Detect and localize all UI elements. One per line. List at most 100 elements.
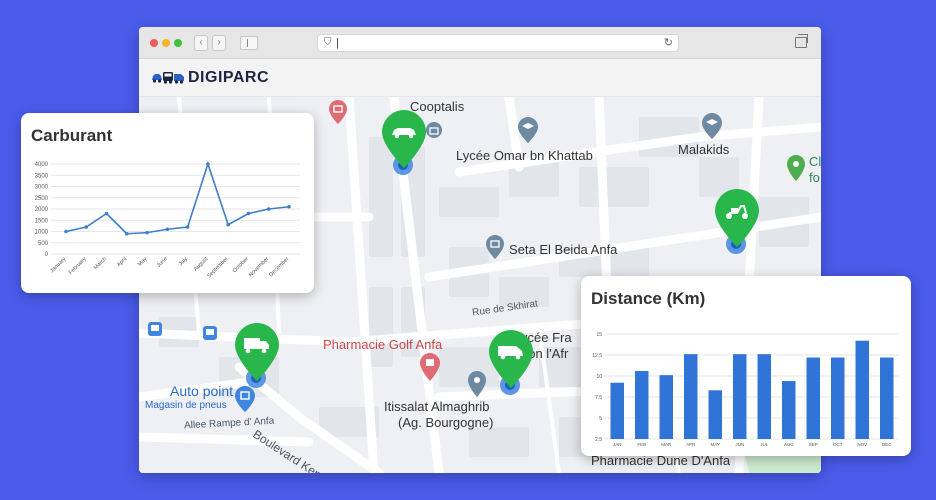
x-tick-label: October bbox=[232, 256, 250, 274]
data-point bbox=[246, 211, 251, 216]
x-tick-label: April bbox=[116, 256, 128, 268]
y-tick-label: 1500 bbox=[35, 218, 49, 224]
y-tick-label: 12.5 bbox=[592, 353, 602, 359]
x-tick-label: December bbox=[268, 256, 290, 278]
map-label-seta: Seta El Beida Anfa bbox=[509, 242, 618, 257]
y-tick-label: 15 bbox=[596, 332, 602, 338]
y-tick-label: 0 bbox=[45, 252, 49, 258]
y-tick-label: 7.5 bbox=[595, 395, 602, 401]
vehicles-logo-icon bbox=[152, 72, 184, 84]
museum-poi-icon[interactable] bbox=[329, 100, 347, 124]
data-point bbox=[185, 225, 190, 229]
bus-stop-icon[interactable] bbox=[148, 322, 162, 336]
x-tick-label: DEC bbox=[882, 442, 892, 447]
x-tick-label: FEB bbox=[637, 442, 646, 447]
shop-poi-icon[interactable] bbox=[235, 386, 255, 412]
y-tick-label: 2000 bbox=[35, 207, 49, 213]
app-header: DIGIPARC bbox=[139, 59, 821, 97]
bar bbox=[708, 390, 722, 439]
series-line bbox=[65, 161, 290, 235]
x-tick-label: June bbox=[156, 256, 169, 269]
carburant-card: Carburant 0 500 1000 1500 2000 2500 3000 3500 40… bbox=[21, 113, 314, 293]
y-tick-label: 4000 bbox=[35, 162, 49, 168]
scooter-marker[interactable] bbox=[715, 189, 759, 255]
data-point bbox=[206, 162, 210, 166]
data-point bbox=[104, 211, 109, 216]
map-label-itissalat-1: Itissalat Almaghrib bbox=[384, 399, 490, 414]
data-point bbox=[165, 227, 170, 232]
x-tick-label: August bbox=[193, 256, 210, 273]
x-tick-label: March bbox=[93, 256, 108, 271]
minimize-window-button[interactable] bbox=[162, 39, 170, 47]
y-tick-label: 5 bbox=[599, 416, 602, 422]
data-point bbox=[84, 225, 89, 229]
distance-bar-chart: 2.5 5 7.5 10 12.5 15 JAN FEB MAR APR MAY JUN JUL AUG S… bbox=[592, 332, 899, 447]
bar bbox=[855, 340, 869, 439]
map-label-cl: Cl bbox=[809, 154, 821, 169]
reload-icon[interactable]: ↻ bbox=[664, 36, 673, 49]
bar bbox=[757, 354, 771, 439]
y-tick-label: 2500 bbox=[35, 196, 49, 202]
x-tick-label: JUL bbox=[760, 442, 768, 447]
location-poi-icon[interactable] bbox=[468, 371, 486, 397]
bank-poi-icon[interactable] bbox=[486, 235, 504, 259]
browser-titlebar: ‹ › ⛉ | ↻ bbox=[139, 27, 821, 59]
bus-stop-icon[interactable] bbox=[203, 326, 217, 340]
van-marker[interactable] bbox=[489, 330, 533, 396]
bar bbox=[684, 354, 698, 439]
x-tick-label: November bbox=[248, 256, 270, 278]
bar bbox=[659, 375, 673, 439]
map-label-fo: fo bbox=[809, 170, 820, 185]
x-tick-label: SEP bbox=[809, 442, 818, 447]
map-label-itissalat-2: (Ag. Bourgogne) bbox=[398, 415, 494, 430]
truck-marker[interactable] bbox=[235, 323, 279, 389]
bar bbox=[635, 370, 649, 439]
map-label-magasin: Magasin de pneus bbox=[145, 400, 227, 411]
data-point bbox=[125, 231, 129, 236]
school-poi-icon[interactable] bbox=[702, 113, 722, 139]
park-poi-icon[interactable] bbox=[787, 155, 805, 181]
bar bbox=[733, 354, 747, 439]
bank-poi-icon[interactable] bbox=[425, 121, 443, 139]
bar bbox=[880, 357, 894, 439]
map-label-malakids: Malakids bbox=[678, 142, 730, 157]
x-tick-label: OCT bbox=[833, 442, 843, 447]
y-tick-label: 2.5 bbox=[595, 437, 602, 443]
x-tick-label: February bbox=[68, 256, 88, 276]
data-point bbox=[287, 204, 291, 209]
bar bbox=[610, 382, 624, 439]
x-tick-label: AUG bbox=[784, 442, 794, 447]
map-label-auto-point: Auto point bbox=[170, 383, 234, 399]
y-tick-label: 3000 bbox=[35, 185, 49, 191]
tabs-overview-icon[interactable] bbox=[795, 34, 808, 48]
address-bar[interactable]: ⛉ | ↻ bbox=[317, 34, 679, 52]
x-tick-label: September bbox=[206, 256, 229, 279]
back-button[interactable]: ‹ bbox=[194, 35, 208, 51]
close-window-button[interactable] bbox=[150, 39, 158, 47]
x-tick-label: MAR bbox=[661, 442, 672, 447]
bar bbox=[782, 381, 796, 439]
y-tick-label: 1000 bbox=[35, 230, 49, 236]
x-tick-label: JUN bbox=[735, 442, 744, 447]
x-tick-label: NOV bbox=[857, 442, 867, 447]
x-tick-label: MAY bbox=[711, 442, 720, 447]
data-point bbox=[145, 230, 149, 235]
car-marker[interactable] bbox=[382, 110, 426, 176]
map-label-pharmacie-golf: Pharmacie Golf Anfa bbox=[323, 337, 443, 352]
x-tick-label: JAN bbox=[613, 442, 622, 447]
school-poi-icon[interactable] bbox=[518, 117, 538, 143]
bar bbox=[831, 357, 845, 439]
y-tick-label: 3500 bbox=[35, 173, 49, 179]
pharmacy-poi-icon[interactable] bbox=[420, 353, 440, 381]
data-point bbox=[64, 229, 68, 234]
maximize-window-button[interactable] bbox=[174, 39, 182, 47]
bar bbox=[806, 357, 820, 439]
app-logo[interactable]: DIGIPARC bbox=[188, 69, 269, 87]
address-text: | bbox=[336, 37, 339, 49]
x-tick-label: January bbox=[49, 256, 67, 274]
forward-button[interactable]: › bbox=[212, 35, 226, 51]
carburant-line-chart: 0 500 1000 1500 2000 2500 3000 3500 4000 January F… bbox=[35, 161, 300, 279]
y-tick-label: 10 bbox=[596, 374, 602, 380]
x-tick-label: APR bbox=[686, 442, 696, 447]
sidebar-toggle-icon[interactable] bbox=[240, 36, 258, 50]
